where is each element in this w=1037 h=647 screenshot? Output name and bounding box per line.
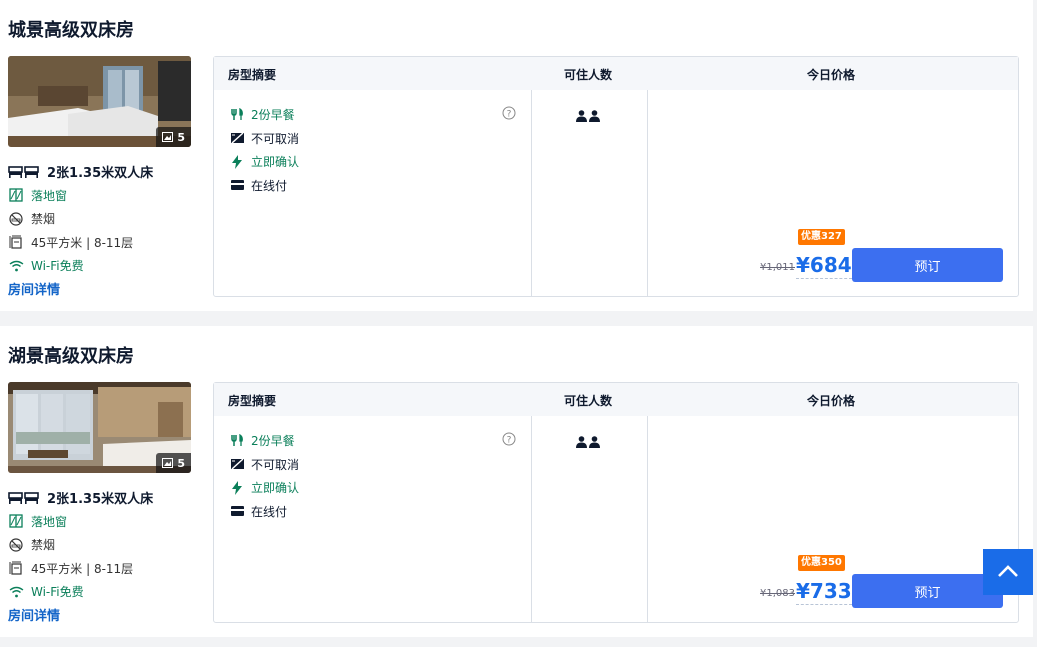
header-summary: 房型摘要 [228, 394, 277, 408]
back-to-top-button[interactable] [983, 549, 1033, 595]
wifi-icon [8, 585, 24, 599]
discount-badge: 优惠327 [798, 229, 845, 245]
person-icon [589, 107, 600, 126]
header-guests: 可住人数 [564, 394, 613, 408]
photo-count-badge: 5 [156, 453, 191, 473]
guest-count [576, 107, 600, 126]
wifi-info: Wi-Fi免费 [8, 580, 208, 604]
rate-summary: 2份早餐 不可取消 立即确认 在线付 [230, 429, 520, 523]
room-card: 湖景高级双床房 5 2张1.35米双人床 落地窗 禁烟 45平方米 | 8-11… [0, 326, 1033, 637]
bed-icon [8, 165, 40, 179]
wifi-icon [8, 259, 24, 273]
smoking-info: 禁烟 [8, 533, 208, 557]
original-price: ¥1,011 [760, 262, 795, 273]
room-facts: 2张1.35米双人床 落地窗 禁烟 45平方米 | 8-11层 Wi-Fi免费 [8, 486, 208, 604]
photo-count-badge: 5 [156, 127, 191, 147]
rate-table: 房型摘要 可住人数 今日价格 2份早餐 不可取消 [213, 56, 1019, 297]
book-button[interactable]: 预订 [852, 248, 1003, 282]
header-price: 今日价格 [807, 68, 856, 82]
no-smoking-icon [8, 538, 24, 552]
column-divider [531, 90, 532, 296]
confirm-info: 立即确认 [230, 476, 520, 500]
payment-card-icon [230, 504, 244, 518]
current-price[interactable]: ¥733 [796, 579, 852, 605]
person-icon [589, 433, 600, 452]
header-guests: 可住人数 [564, 68, 613, 82]
person-icon [576, 107, 587, 126]
floor-icon [8, 561, 24, 575]
breakfast-info: 2份早餐 [230, 429, 520, 453]
table-header: 房型摘要 可住人数 今日价格 [214, 57, 1018, 90]
header-price: 今日价格 [807, 394, 856, 408]
window-icon [8, 514, 24, 528]
room-facts: 2张1.35米双人床 落地窗 禁烟 45平方米 | 8-11层 Wi-Fi免费 [8, 160, 208, 278]
room-photo[interactable]: 5 [8, 382, 191, 473]
rate-table: 房型摘要 可住人数 今日价格 2份早餐 不可取消 [213, 382, 1019, 623]
smoking-info: 禁烟 [8, 207, 208, 231]
breakfast-icon [230, 434, 244, 448]
svg-text:?: ? [507, 436, 512, 446]
guest-count [576, 433, 600, 452]
bed-icon [8, 491, 40, 505]
breakfast-icon [230, 108, 244, 122]
confirm-info: 立即确认 [230, 150, 520, 174]
room-detail-link[interactable]: 房间详情 [8, 605, 60, 624]
help-icon[interactable]: ? [502, 431, 516, 450]
cancel-policy: 不可取消 [230, 127, 520, 151]
chevron-up-icon [997, 563, 1019, 582]
column-divider [647, 416, 648, 622]
payment-info: 在线付 [230, 500, 520, 524]
page-edge [1033, 0, 1037, 647]
breakfast-info: 2份早餐 [230, 103, 520, 127]
image-icon [162, 458, 174, 468]
header-summary: 房型摘要 [228, 68, 277, 82]
room-detail-link[interactable]: 房间详情 [8, 279, 60, 298]
payment-info: 在线付 [230, 174, 520, 198]
book-button[interactable]: 预订 [852, 574, 1003, 608]
window-icon [8, 188, 24, 202]
room-photo[interactable]: 5 [8, 56, 191, 147]
area-floor-info: 45平方米 | 8-11层 [8, 231, 208, 255]
person-icon [576, 433, 587, 452]
rate-summary: 2份早餐 不可取消 立即确认 在线付 [230, 103, 520, 197]
bed-info: 2张1.35米双人床 [8, 160, 208, 184]
room-title: 城景高级双床房 [8, 20, 134, 41]
column-divider [531, 416, 532, 622]
column-divider [647, 90, 648, 296]
room-card: 城景高级双床房 5 2张1.35米双人床 落地窗 禁烟 45平方米 | 8-11… [0, 0, 1033, 311]
bed-info: 2张1.35米双人床 [8, 486, 208, 510]
image-icon [162, 132, 174, 142]
help-icon[interactable]: ? [502, 105, 516, 124]
room-title: 湖景高级双床房 [8, 346, 134, 367]
area-floor-info: 45平方米 | 8-11层 [8, 557, 208, 581]
original-price: ¥1,083 [760, 588, 795, 599]
discount-badge: 优惠350 [798, 555, 845, 571]
payment-card-icon [230, 178, 244, 192]
current-price[interactable]: ¥684 [796, 253, 852, 279]
instant-confirm-icon [230, 154, 244, 169]
cancel-policy: 不可取消 [230, 453, 520, 477]
no-smoking-icon [8, 212, 24, 226]
no-cancel-icon [230, 131, 244, 145]
window-info: 落地窗 [8, 510, 208, 534]
floor-icon [8, 235, 24, 249]
no-cancel-icon [230, 457, 244, 471]
instant-confirm-icon [230, 480, 244, 495]
wifi-info: Wi-Fi免费 [8, 254, 208, 278]
window-info: 落地窗 [8, 184, 208, 208]
svg-text:?: ? [507, 110, 512, 120]
table-header: 房型摘要 可住人数 今日价格 [214, 383, 1018, 416]
